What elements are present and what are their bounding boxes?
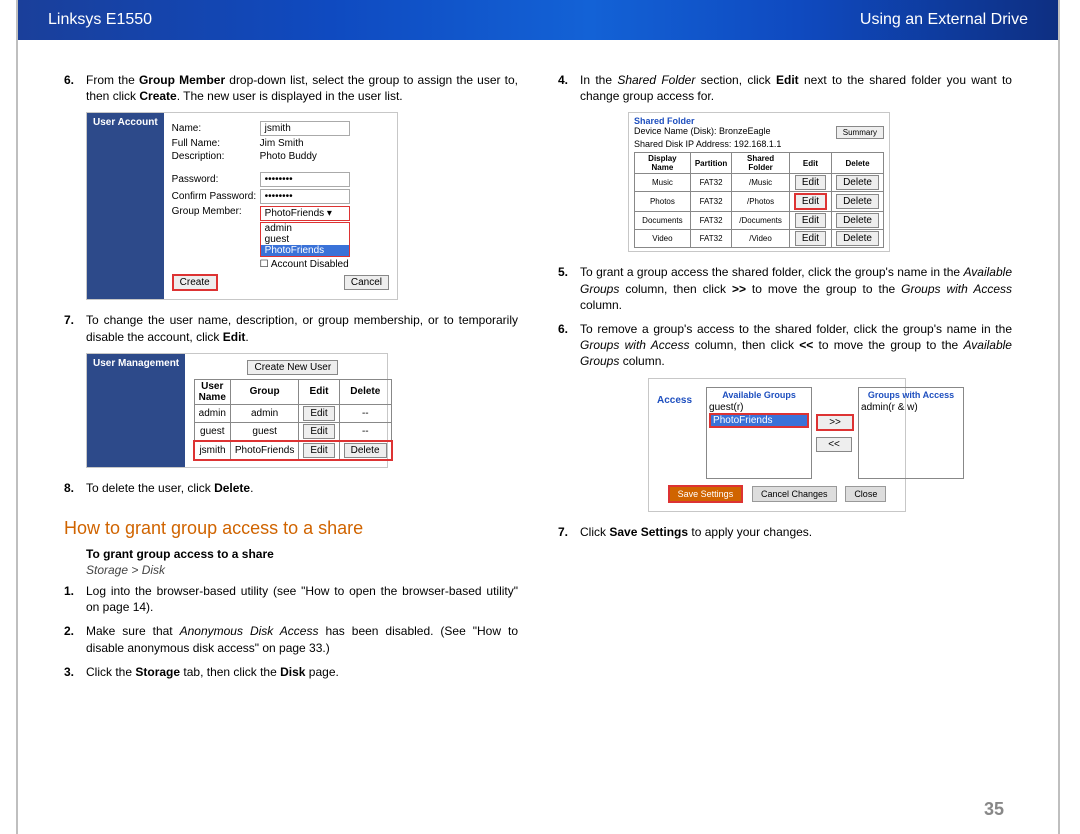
step-text: Log into the browser-based utility (see … [86, 583, 518, 615]
create-new-user-button[interactable]: Create New User [247, 360, 338, 375]
table-row: PhotosFAT32/PhotosEditDelete [635, 192, 884, 212]
move-left-button[interactable]: << [816, 437, 852, 452]
page-number: 35 [984, 799, 1004, 820]
nav-path: Storage > Disk [86, 563, 518, 577]
step-text: To grant a group access the shared folde… [580, 264, 1012, 313]
shared-folder-table: Display Name Partition Shared Folder Edi… [634, 152, 884, 248]
move-right-button[interactable]: >> [816, 414, 854, 431]
step-text: To change the user name, description, or… [86, 312, 518, 344]
available-groups-list[interactable]: Available Groups guest(r) PhotoFriends [706, 387, 812, 479]
table-row: admin admin Edit -- [194, 404, 391, 422]
step-number: 6. [558, 321, 580, 370]
panel-title: User Management [87, 354, 185, 467]
table-row: guest guest Edit -- [194, 422, 391, 441]
fullname-label: Full Name: [172, 138, 260, 149]
group-option-selected[interactable]: PhotoFriends [261, 245, 349, 256]
step-text: To remove a group's access to the shared… [580, 321, 1012, 370]
col-header: Delete [339, 379, 391, 404]
edit-button[interactable]: Edit [795, 175, 826, 190]
edit-button[interactable]: Edit [794, 193, 827, 210]
fullname-value: Jim Smith [260, 138, 304, 149]
summary-button[interactable]: Summary [836, 126, 884, 139]
shared-folder-screenshot: Shared Folder Device Name (Disk): Bronze… [628, 112, 890, 252]
col-header: User Name [194, 379, 230, 404]
delete-button[interactable]: Delete [836, 194, 879, 209]
user-management-screenshot: User Management Create New User User Nam… [86, 353, 388, 468]
edit-button[interactable]: Edit [303, 424, 334, 439]
edit-button[interactable]: Edit [795, 231, 826, 246]
password-input[interactable]: •••••••• [260, 172, 350, 187]
close-button[interactable]: Close [845, 486, 886, 502]
step-number: 5. [558, 264, 580, 313]
group-dropdown[interactable]: PhotoFriends ▾ [260, 206, 350, 221]
cancel-button[interactable]: Cancel [344, 275, 389, 290]
group-option[interactable]: admin [261, 223, 349, 234]
delete-button[interactable]: Delete [836, 175, 879, 190]
step-number: 7. [64, 312, 86, 344]
step-text: To delete the user, click Delete. [86, 480, 518, 496]
sub-heading: To grant group access to a share [86, 547, 518, 561]
delete-button[interactable]: Delete [836, 231, 879, 246]
group-option[interactable]: guest [261, 234, 349, 245]
delete-button[interactable]: Delete [836, 213, 879, 228]
list-item-selected[interactable]: PhotoFriends [709, 413, 809, 428]
access-screenshot: Access Available Groups guest(r) PhotoFr… [648, 378, 906, 512]
name-input[interactable]: jsmith [260, 121, 350, 136]
step-number: 8. [64, 480, 86, 496]
col-header: Group [230, 379, 298, 404]
header-right: Using an External Drive [860, 11, 1028, 29]
groups-with-access-list[interactable]: Groups with Access admin(r & w) [858, 387, 964, 479]
edit-button[interactable]: Edit [303, 443, 334, 458]
description-label: Description: [172, 151, 260, 162]
cancel-changes-button[interactable]: Cancel Changes [752, 486, 837, 502]
page-header: Linksys E1550 Using an External Drive [18, 0, 1058, 40]
device-name: Device Name (Disk): BronzeEagle [634, 126, 781, 136]
col-header: Edit [299, 379, 339, 404]
account-disabled-checkbox[interactable]: ☐ Account Disabled [260, 259, 349, 270]
group-dropdown-list: admin guest PhotoFriends [260, 222, 350, 257]
step-text: Click Save Settings to apply your change… [580, 524, 1012, 540]
edit-button[interactable]: Edit [795, 213, 826, 228]
panel-title: User Account [87, 113, 164, 299]
name-label: Name: [172, 123, 260, 134]
step-text: Make sure that Anonymous Disk Access has… [86, 623, 518, 655]
disk-ip: Shared Disk IP Address: 192.168.1.1 [634, 139, 781, 149]
list-item[interactable]: admin(r & w) [861, 402, 961, 413]
step-number: 7. [558, 524, 580, 540]
confirm-password-input[interactable]: •••••••• [260, 189, 350, 204]
create-button[interactable]: Create [172, 274, 218, 291]
step-number: 3. [64, 664, 86, 680]
table-row: jsmith PhotoFriends Edit Delete [194, 441, 391, 460]
user-table: User Name Group Edit Delete admin admin … [193, 379, 392, 461]
right-column: 4.In the Shared Folder section, click Ed… [558, 72, 1012, 688]
step-number: 4. [558, 72, 580, 104]
password-label: Password: [172, 174, 260, 185]
step-text: Click the Storage tab, then click the Di… [86, 664, 518, 680]
delete-button[interactable]: Delete [344, 443, 387, 458]
group-label: Group Member: [172, 206, 260, 217]
edit-button[interactable]: Edit [303, 406, 334, 421]
confirm-password-label: Confirm Password: [172, 191, 260, 202]
step-text: From the Group Member drop-down list, se… [86, 72, 518, 104]
step-number: 2. [64, 623, 86, 655]
user-account-screenshot: User Account Name:jsmith Full Name:Jim S… [86, 112, 398, 300]
panel-title: Shared Folder [634, 116, 884, 126]
panel-title: Access [657, 387, 692, 479]
section-heading: How to grant group access to a share [64, 518, 518, 539]
save-settings-button[interactable]: Save Settings [668, 485, 744, 503]
step-number: 6. [64, 72, 86, 104]
table-row: DocumentsFAT32/DocumentsEditDelete [635, 212, 884, 230]
description-value: Photo Buddy [260, 151, 317, 162]
table-row: MusicFAT32/MusicEditDelete [635, 174, 884, 192]
header-left: Linksys E1550 [48, 11, 152, 29]
left-column: 6. From the Group Member drop-down list,… [64, 72, 518, 688]
table-row: VideoFAT32/VideoEditDelete [635, 230, 884, 248]
step-text: In the Shared Folder section, click Edit… [580, 72, 1012, 104]
list-item[interactable]: guest(r) [709, 402, 809, 413]
step-number: 1. [64, 583, 86, 615]
